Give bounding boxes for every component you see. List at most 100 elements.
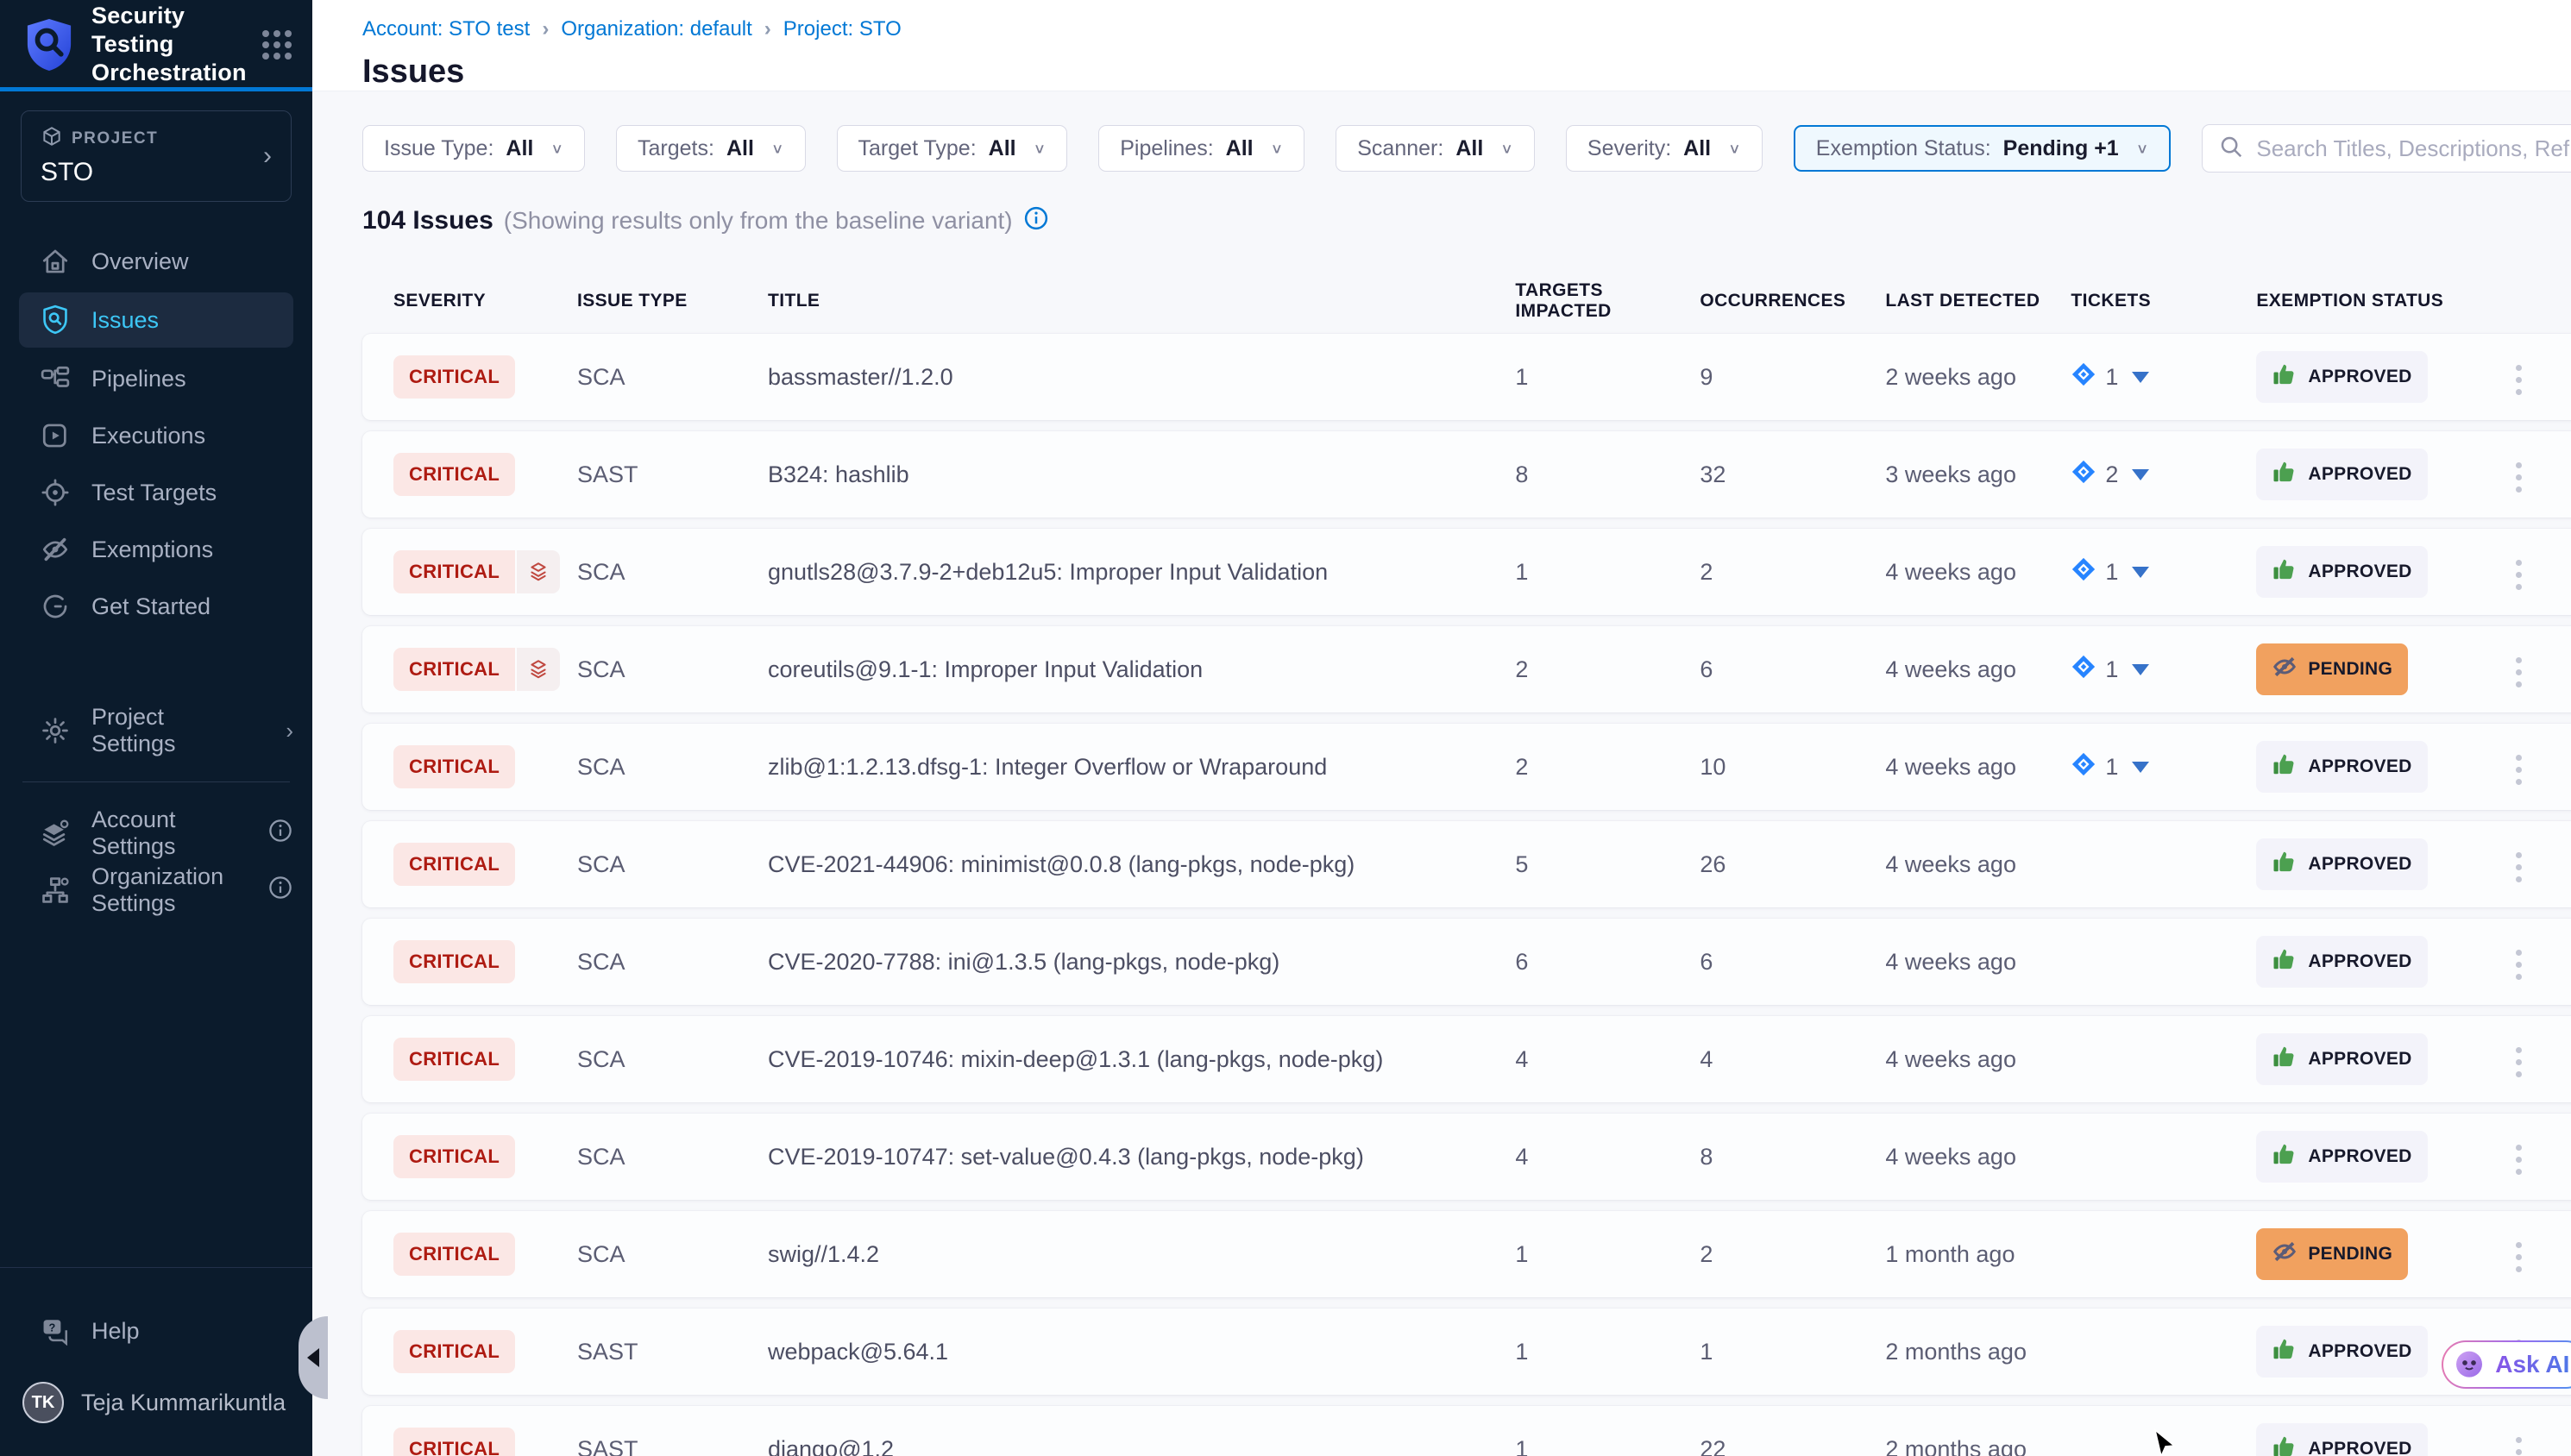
severity-badge: CRITICAL (393, 1330, 515, 1373)
sidebar-item-get-started[interactable]: Get Started (0, 579, 312, 634)
last-detected: 2 weeks ago (1885, 364, 2071, 391)
table-row[interactable]: CRITICALSCAzlib@1:1.2.13.dfsg-1: Integer… (362, 724, 2571, 810)
filter-targets[interactable]: Targets:All∨ (616, 125, 806, 172)
filter-pipelines[interactable]: Pipelines:All∨ (1098, 125, 1304, 172)
targets-impacted: 8 (1515, 461, 1700, 488)
ticket-count: 1 (2105, 754, 2118, 781)
severity-badge: CRITICAL (393, 940, 515, 983)
user-name: Teja Kummarikuntla (81, 1390, 286, 1416)
sidebar-item-label: Issues (91, 307, 159, 334)
svg-text:?: ? (49, 1321, 56, 1334)
exemption-status-badge: APPROVED (2256, 351, 2427, 403)
ticket-count: 1 (2105, 364, 2118, 391)
filter-scanner[interactable]: Scanner:All∨ (1336, 125, 1535, 172)
ticket-link[interactable]: 1 (2071, 751, 2256, 783)
breadcrumb-separator: › (542, 17, 549, 41)
table-row[interactable]: CRITICALSCAgnutls28@3.7.9-2+deb12u5: Imp… (362, 529, 2571, 615)
targets-impacted: 2 (1515, 754, 1700, 781)
issue-type: SAST (577, 461, 768, 488)
search-input[interactable] (2256, 135, 2571, 162)
user-menu[interactable]: TK Teja Kummarikuntla (0, 1359, 312, 1430)
breadcrumb-link[interactable]: Account: STO test (362, 17, 530, 41)
project-selector[interactable]: PROJECT STO › (21, 110, 292, 202)
row-menu-button[interactable] (2504, 746, 2534, 794)
breadcrumb-link[interactable]: Organization: default (561, 17, 751, 41)
info-icon[interactable] (1023, 205, 1049, 235)
collapse-arrow-icon (307, 1348, 319, 1367)
issue-type: SCA (577, 754, 768, 781)
eye-off-icon (2272, 654, 2298, 685)
app-switcher-icon[interactable] (262, 28, 292, 62)
ticket-link[interactable]: 1 (2071, 654, 2256, 686)
ask-ai-button[interactable]: Ask AI (2442, 1340, 2571, 1389)
avatar: TK (22, 1382, 64, 1423)
occurrences: 8 (1700, 1144, 1885, 1170)
ticket-link[interactable]: 1 (2071, 556, 2256, 588)
issue-type: SCA (577, 949, 768, 976)
search-icon (2218, 134, 2244, 164)
table-row[interactable]: CRITICALSCACVE-2020-7788: ini@1.3.5 (lan… (362, 919, 2571, 1005)
cube-icon (41, 125, 63, 153)
row-menu-button[interactable] (2504, 1428, 2534, 1456)
sidebar-item-project-settings[interactable]: Project Settings› (0, 703, 312, 758)
table-row[interactable]: CRITICALSASTB324: hashlib8323 weeks ago … (362, 431, 2571, 518)
jira-icon (2071, 556, 2096, 588)
table-row[interactable]: CRITICALSCACVE-2021-44906: minimist@0.0.… (362, 821, 2571, 907)
sidebar-nav: Overview Issues PipelinesExecutionsTest Ta… (0, 233, 312, 635)
row-menu-button[interactable] (2504, 844, 2534, 891)
table-row[interactable]: CRITICALSCAbassmaster//1.2.0192 weeks ag… (362, 334, 2571, 420)
filter-severity[interactable]: Severity:All∨ (1566, 125, 1763, 172)
row-menu-button[interactable] (2504, 941, 2534, 988)
exemption-status-badge: APPROVED (2256, 449, 2427, 500)
filter-exemption-status[interactable]: Exemption Status:Pending +1∨ (1794, 125, 2172, 172)
table-row[interactable]: CRITICALSASTwebpack@5.64.1112 months ago… (362, 1309, 2571, 1395)
sidebar-item-executions[interactable]: Executions (0, 408, 312, 463)
issue-title: CVE-2019-10746: mixin-deep@1.3.1 (lang-p… (768, 1046, 1515, 1073)
table-row[interactable]: CRITICALSCAswig//1.4.2121 month ago PEND… (362, 1211, 2571, 1297)
sidebar-item-pipelines[interactable]: Pipelines (0, 351, 312, 406)
table-row[interactable]: CRITICALSCAcoreutils@9.1-1: Improper Inp… (362, 626, 2571, 712)
caret-down-icon (2132, 664, 2149, 675)
issue-title: django@1.2 (768, 1436, 1515, 1456)
ticket-link[interactable]: 2 (2071, 459, 2256, 491)
filter-issue-type[interactable]: Issue Type:All∨ (362, 125, 585, 172)
row-menu-button[interactable] (2504, 1039, 2534, 1086)
row-menu-button[interactable] (2504, 1136, 2534, 1183)
issues-count-line: 104 Issues (Showing results only from th… (362, 205, 2571, 235)
ticket-link[interactable]: 1 (2071, 361, 2256, 393)
issue-title: bassmaster//1.2.0 (768, 364, 1515, 391)
sidebar-item-issues[interactable]: Issues (19, 292, 293, 348)
row-menu-button[interactable] (2504, 454, 2534, 501)
sidebar-item-exemptions[interactable]: Exemptions (0, 522, 312, 577)
issue-title: CVE-2021-44906: minimist@0.0.8 (lang-pkg… (768, 851, 1515, 878)
sidebar-item-help[interactable]: ? Help (0, 1303, 312, 1359)
row-menu-button[interactable] (2504, 649, 2534, 696)
sidebar-item-test-targets[interactable]: Test Targets (0, 465, 312, 520)
row-menu-button[interactable] (2504, 551, 2534, 599)
column-header-severity: SEVERITY (393, 291, 577, 311)
row-menu-button[interactable] (2504, 356, 2534, 404)
chevron-down-icon: ∨ (1034, 140, 1047, 157)
jira-icon (2071, 654, 2096, 686)
sidebar-item-organization-settings[interactable]: Organization Settings (0, 863, 312, 918)
row-menu-button[interactable] (2504, 1233, 2534, 1281)
issues-count-note: (Showing results only from the baseline … (504, 207, 1013, 235)
main-panel: Account: STO test›Organization: default›… (312, 0, 2571, 1456)
breadcrumb-link[interactable]: Project: STO (783, 17, 902, 41)
issue-type: SCA (577, 656, 768, 683)
column-header-exemption-status: EXEMPTION STATUS (2256, 291, 2504, 311)
filter-target-type[interactable]: Target Type:All∨ (837, 125, 1068, 172)
exemption-status-badge: APPROVED (2256, 936, 2427, 988)
table-row[interactable]: CRITICALSCACVE-2019-10747: set-value@0.4… (362, 1114, 2571, 1200)
search-box[interactable] (2202, 124, 2571, 173)
sidebar-item-account-settings[interactable]: Account Settings (0, 806, 312, 861)
table-row[interactable]: CRITICALSASTdjango@1.21222 months ago AP… (362, 1406, 2571, 1456)
ticket-count: 1 (2105, 559, 2118, 586)
issue-title: CVE-2019-10747: set-value@0.4.3 (lang-pk… (768, 1144, 1515, 1170)
sidebar-item-overview[interactable]: Overview (0, 234, 312, 289)
table-row[interactable]: CRITICALSCACVE-2019-10746: mixin-deep@1.… (362, 1016, 2571, 1102)
targets-impacted: 6 (1515, 949, 1700, 976)
occurrences: 6 (1700, 656, 1885, 683)
occurrences: 1 (1700, 1339, 1885, 1365)
thumbs-up-icon (2272, 946, 2298, 977)
